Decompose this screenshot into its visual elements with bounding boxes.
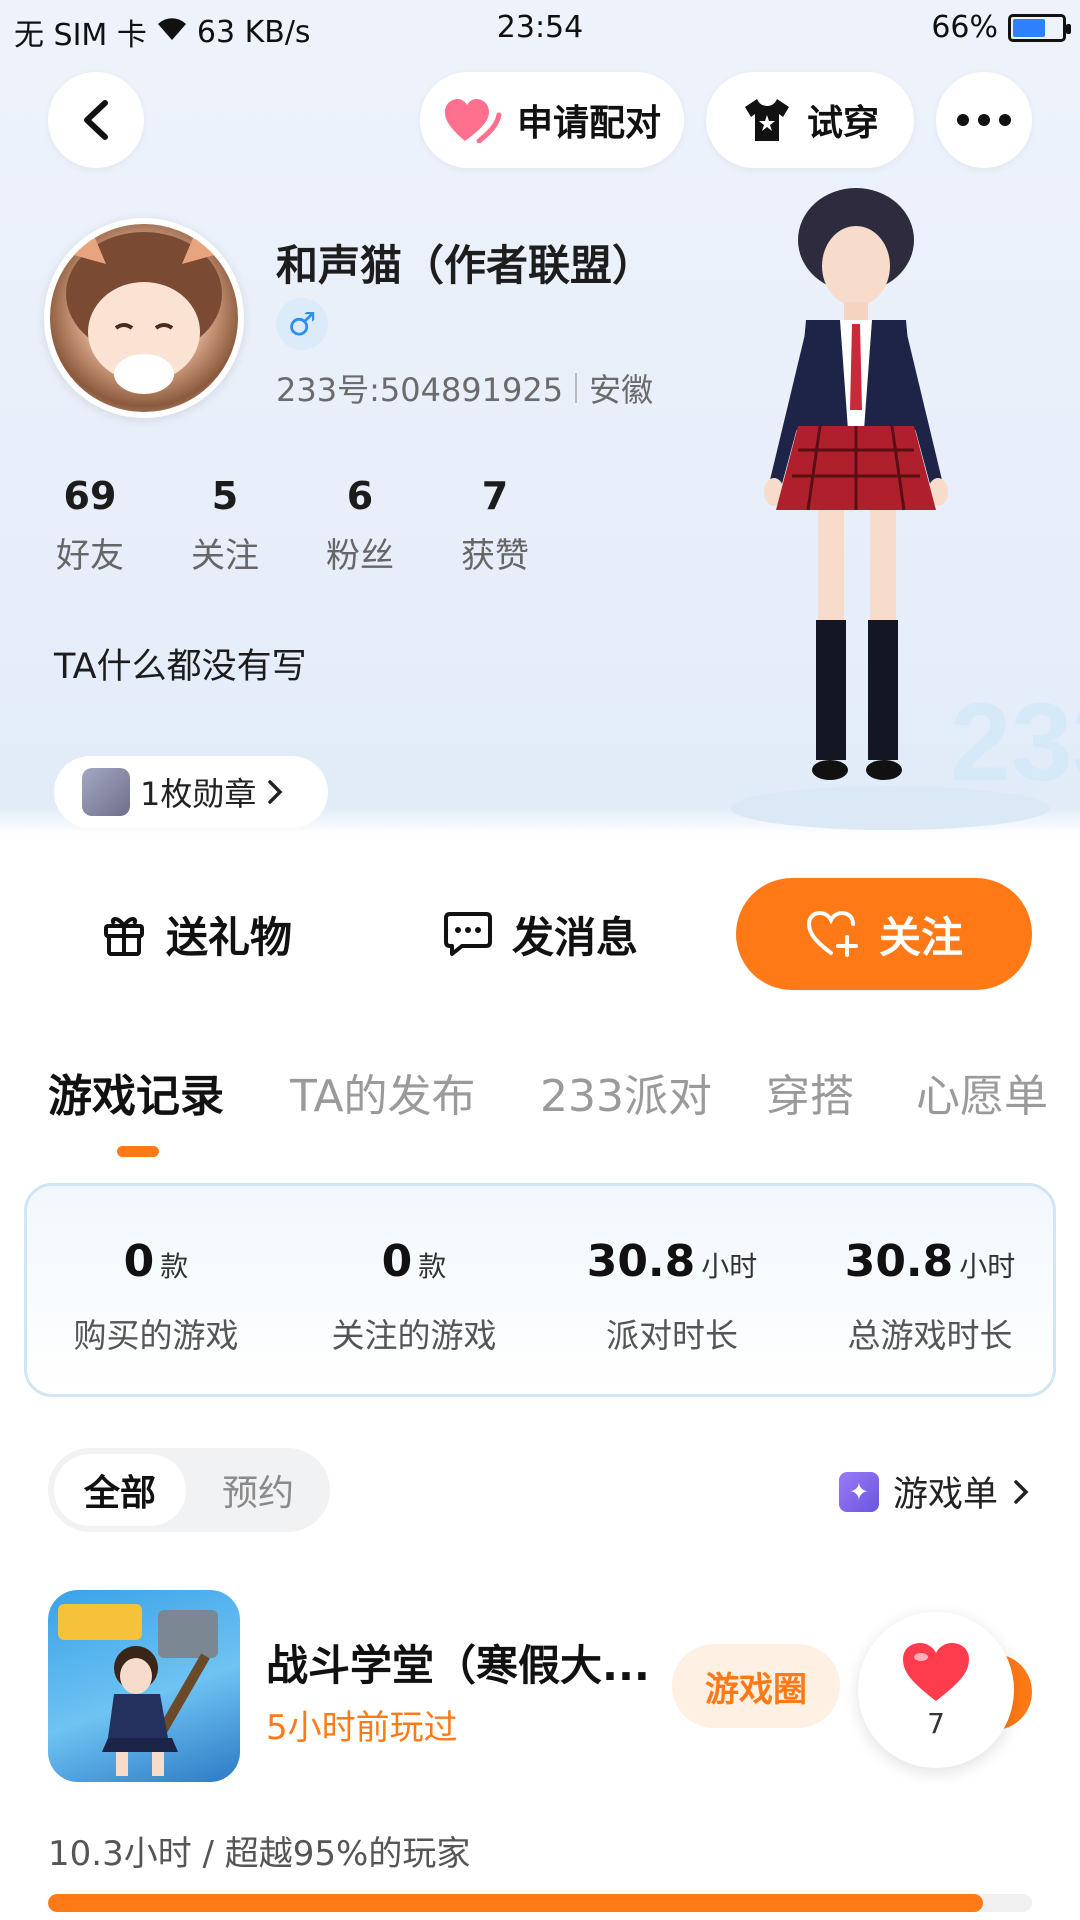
- sparkle-icon: ✦: [838, 1471, 879, 1512]
- heart-icon: [444, 99, 502, 143]
- summary-value: 30.8: [844, 1236, 954, 1287]
- filter-segment: 全部 预约: [48, 1448, 330, 1532]
- send-gift-label: 送礼物: [165, 912, 292, 962]
- summary-label: 总游戏时长: [847, 1316, 1013, 1355]
- filter-all[interactable]: 全部: [54, 1454, 186, 1526]
- medal-icon: [82, 768, 130, 816]
- game-artwork: [58, 1604, 218, 1776]
- last-played: 5小时前玩过: [266, 1708, 458, 1748]
- play-time-text: 10.3小时 / 超越95%的玩家: [48, 1834, 471, 1874]
- tab-posts[interactable]: TA的发布: [290, 1060, 476, 1124]
- tab-bar: 游戏记录 TA的发布 233派对 穿搭 心愿单: [0, 1060, 1080, 1130]
- tab-party[interactable]: 233派对: [540, 1060, 712, 1124]
- stat-label: 获赞: [461, 536, 529, 576]
- summary-unit: 款: [160, 1250, 189, 1283]
- tab-indicator: [117, 1146, 159, 1157]
- summary-followed[interactable]: 0款 关注的游戏: [285, 1236, 543, 1357]
- divider: [575, 373, 578, 403]
- stat-label: 关注: [191, 536, 259, 576]
- tab-game-records[interactable]: 游戏记录: [48, 1060, 224, 1124]
- summary-label: 购买的游戏: [73, 1316, 239, 1355]
- summary-label: 派对时长: [606, 1316, 738, 1355]
- chevron-right-icon: [268, 780, 283, 804]
- chevron-left-icon: [84, 100, 108, 140]
- stat-value: 6: [346, 474, 374, 518]
- match-request-label: 申请配对: [516, 103, 661, 144]
- play-time-progress: [48, 1894, 1032, 1912]
- status-bar: 无 SIM 卡 63 KB/s 23:54 66%: [0, 0, 1080, 56]
- stat-value: 5: [211, 474, 239, 518]
- stat-label: 粉丝: [326, 536, 394, 576]
- stat-value: 69: [63, 474, 117, 518]
- game-list-link[interactable]: ✦ 游戏单: [838, 1466, 1030, 1517]
- game-circle-button[interactable]: 游戏圈: [672, 1644, 840, 1728]
- region: 安徽: [589, 371, 654, 409]
- clock: 23:54: [496, 10, 584, 45]
- stat-fans[interactable]: 6 粉丝: [300, 474, 420, 577]
- tab-wishlist[interactable]: 心愿单: [916, 1060, 1048, 1124]
- medal-label: 1枚勋章: [140, 775, 257, 813]
- summary-unit: 小时: [701, 1250, 758, 1283]
- summary-label: 关注的游戏: [331, 1316, 497, 1355]
- chat-icon: [443, 912, 492, 956]
- game-list-label: 游戏单: [892, 1475, 998, 1515]
- summary-value: 30.8: [586, 1236, 696, 1287]
- heart-plus-icon: [806, 910, 858, 957]
- filter-reserved[interactable]: 预约: [192, 1454, 324, 1526]
- game-summary-card: 0款 购买的游戏 0款 关注的游戏 30.8 小时 派对时长 30.8 小时 总游戏…: [24, 1183, 1056, 1397]
- male-icon: ♂: [276, 298, 328, 350]
- stat-label: 好友: [56, 536, 124, 576]
- heart-icon: [903, 1642, 969, 1701]
- battery-icon: [1008, 13, 1071, 42]
- gift-icon: [103, 917, 144, 956]
- summary-total-time[interactable]: 30.8 小时 总游戏时长: [801, 1236, 1059, 1357]
- more-dots-icon: [957, 114, 1011, 126]
- avatar[interactable]: [44, 218, 244, 418]
- follow-button[interactable]: 关注: [736, 878, 1032, 990]
- back-button[interactable]: [48, 72, 144, 168]
- summary-purchased[interactable]: 0款 购买的游戏: [27, 1236, 285, 1357]
- medal-button[interactable]: 1枚勋章: [54, 756, 328, 828]
- stat-friends[interactable]: 69 好友: [30, 474, 150, 577]
- tshirt-icon: [744, 99, 789, 141]
- tab-outfits[interactable]: 穿搭: [766, 1060, 854, 1124]
- more-button[interactable]: [936, 72, 1032, 168]
- summary-value: 0: [381, 1236, 413, 1287]
- send-message-label: 发消息: [511, 912, 638, 962]
- stat-value: 7: [481, 474, 509, 518]
- svg-text:233: 233: [950, 681, 1080, 804]
- battery-percent: 66%: [931, 10, 998, 45]
- follow-label: 关注: [878, 912, 963, 962]
- avatar-image: [66, 226, 222, 394]
- match-request-button[interactable]: 申请配对: [420, 72, 684, 168]
- chevron-right-icon: [1014, 1479, 1029, 1504]
- send-message-button[interactable]: 发消息: [392, 878, 688, 990]
- username: 和声猫（作者联盟）: [276, 241, 655, 290]
- uid-row: 233号:504891925 安徽: [276, 365, 653, 411]
- game-title[interactable]: 战斗学堂（寒假大...: [266, 1632, 650, 1693]
- summary-unit: 小时: [959, 1250, 1016, 1283]
- bio-text: TA什么都没有写: [54, 647, 307, 687]
- send-gift-button[interactable]: 送礼物: [48, 878, 344, 990]
- avatar-character[interactable]: 233: [700, 180, 1080, 840]
- like-count: 7: [927, 1706, 945, 1740]
- user-id: 233号:504891925: [276, 371, 564, 409]
- summary-value: 0: [123, 1236, 155, 1287]
- game-icon[interactable]: [48, 1590, 240, 1782]
- try-on-label: 试穿: [806, 103, 879, 144]
- progress-fill: [48, 1894, 983, 1912]
- summary-party-time[interactable]: 30.8 小时 派对时长: [543, 1236, 801, 1357]
- like-button[interactable]: 7: [858, 1612, 1014, 1768]
- stat-following[interactable]: 5 关注: [165, 474, 285, 577]
- try-on-button[interactable]: 试穿: [706, 72, 914, 168]
- stat-likes[interactable]: 7 获赞: [435, 474, 555, 577]
- summary-unit: 款: [418, 1250, 447, 1283]
